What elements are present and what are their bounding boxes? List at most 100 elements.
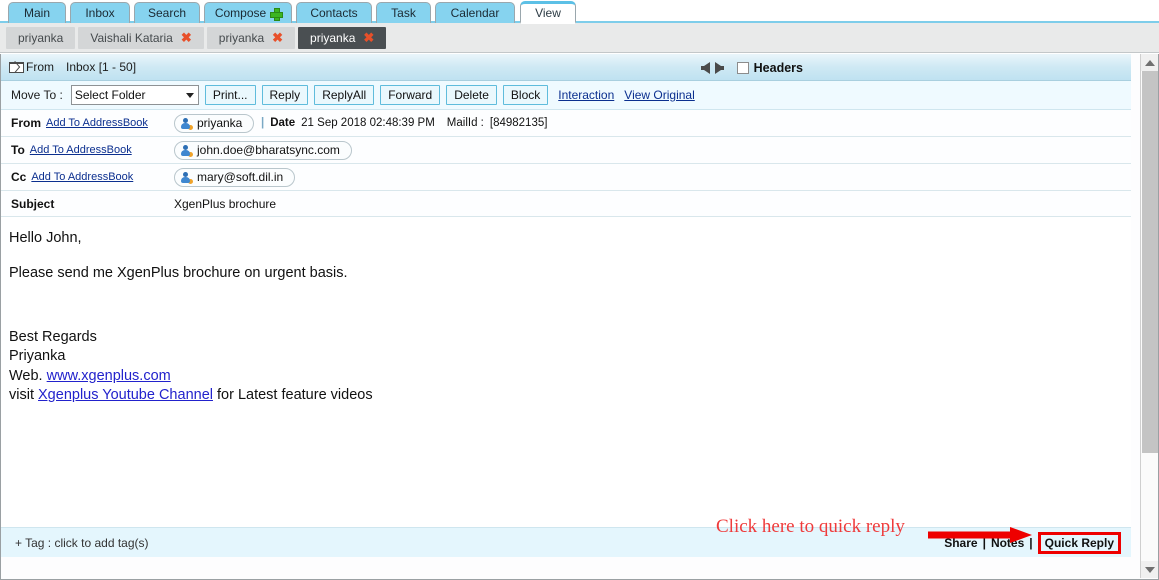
cc-recipient-chip[interactable]: mary@soft.dil.in (174, 167, 296, 187)
footer-separator-1: | (982, 535, 986, 550)
signature-web-line: Web. www.xgenplus.com (9, 367, 1131, 387)
print-button[interactable]: Print... (204, 85, 256, 105)
mailid-value: [84982135] (489, 117, 548, 129)
to-field-label: To (11, 143, 25, 157)
from-recipient-chip[interactable]: priyanka (174, 113, 255, 133)
scroll-up-arrow-icon (1145, 59, 1155, 66)
subject-field-label: Subject (11, 196, 55, 211)
cc-field-label: Cc (11, 170, 27, 184)
add-tag-link[interactable]: + Tag : click to add tag(s) (15, 536, 149, 550)
youtube-channel-link[interactable]: Xgenplus Youtube Channel (38, 387, 213, 403)
visit-suffix: for Latest feature videos (217, 387, 373, 404)
folder-indicator: Inbox [1 - 50] (66, 60, 137, 74)
message-footer-bar: + Tag : click to add tag(s) Share | Note… (1, 527, 1131, 557)
close-icon[interactable]: ✖ (363, 31, 374, 44)
from-chip-wrap: priyanka (174, 113, 255, 133)
reply-all-button[interactable]: ReplyAll (314, 85, 375, 105)
person-icon (181, 144, 193, 157)
tab-main[interactable]: Main (8, 2, 66, 23)
envelope-icon (9, 61, 24, 73)
signature-line-2: Priyanka (9, 348, 66, 365)
vertical-scrollbar[interactable] (1140, 54, 1158, 578)
message-tab-label: Vaishali Kataria (90, 30, 173, 45)
scrollbar-thumb[interactable] (1142, 71, 1158, 453)
cc-recipient-value: mary@soft.dil.in (197, 170, 284, 184)
tab-inbox-label: Inbox (85, 6, 115, 20)
message-nav-controls: Headers (700, 54, 1158, 81)
message-tab-vaishali[interactable]: Vaishali Kataria ✖ (78, 26, 204, 49)
tab-task-label: Task (391, 6, 416, 20)
message-tab-priyanka-3-active[interactable]: priyanka ✖ (298, 26, 387, 49)
headers-label: Headers (753, 60, 803, 75)
tab-main-label: Main (23, 6, 50, 20)
move-to-folder-select[interactable]: Select Folder (70, 85, 199, 105)
from-label: From (26, 60, 54, 74)
interaction-link[interactable]: Interaction (558, 88, 614, 102)
to-recipient-chip[interactable]: john.doe@bharatsync.com (174, 140, 352, 160)
scroll-down-button[interactable] (1141, 561, 1158, 578)
quick-reply-button[interactable]: Quick Reply (1037, 531, 1121, 554)
tab-view-label: View (535, 6, 561, 20)
tab-inbox[interactable]: Inbox (70, 2, 130, 23)
subject-value: XgenPlus brochure (174, 196, 277, 211)
message-tab-priyanka-2[interactable]: priyanka ✖ (206, 26, 296, 49)
add-to-addressbook-link-to[interactable]: Add To AddressBook (30, 144, 132, 156)
signature-line-1: Best Regards (9, 328, 97, 345)
delete-button[interactable]: Delete (446, 85, 497, 105)
move-to-folder-value: Select Folder (74, 88, 146, 102)
body-paragraph: Please send me XgenPlus brochure on urge… (9, 265, 348, 282)
email-client-window: Main Inbox Search Compose Contacts Task … (0, 0, 1159, 580)
add-to-addressbook-link-cc[interactable]: Add To AddressBook (31, 171, 133, 183)
cc-chip-wrap: mary@soft.dil.in (174, 167, 296, 187)
tab-task[interactable]: Task (376, 2, 431, 23)
close-icon[interactable]: ✖ (181, 31, 192, 44)
from-recipient-value: priyanka (197, 116, 243, 130)
tab-calendar[interactable]: Calendar (435, 2, 515, 23)
person-icon (181, 171, 193, 184)
plus-icon (270, 7, 284, 21)
footer-separator-2: | (1029, 535, 1033, 550)
block-button[interactable]: Block (502, 85, 549, 105)
chevron-down-icon (185, 93, 194, 98)
from-field-label: From (11, 116, 41, 130)
message-view-panel: From Inbox [1 - 50] Headers Move To : Se… (0, 54, 1159, 580)
view-original-link[interactable]: View Original (624, 88, 694, 102)
to-chip-wrap: john.doe@bharatsync.com (174, 140, 352, 160)
tab-compose[interactable]: Compose (204, 2, 292, 23)
website-link[interactable]: www.xgenplus.com (47, 368, 171, 384)
header-row-subject: Subject XgenPlus brochure (1, 191, 1131, 217)
add-to-addressbook-link-from[interactable]: Add To AddressBook (46, 117, 148, 129)
tab-contacts[interactable]: Contacts (296, 2, 372, 23)
primary-tab-bar: Main Inbox Search Compose Contacts Task … (0, 0, 1159, 24)
share-link[interactable]: Share (944, 536, 977, 550)
header-row-to: To Add To AddressBook john.doe@bharatsyn… (1, 137, 1131, 164)
scrollbar-track[interactable] (1141, 71, 1158, 561)
meta-separator: | (261, 117, 265, 129)
arrow-left-icon[interactable] (700, 61, 710, 74)
message-tab-bar: priyanka Vaishali Kataria ✖ priyanka ✖ p… (0, 23, 1159, 53)
notes-link[interactable]: Notes (991, 536, 1024, 550)
close-icon[interactable]: ✖ (272, 31, 283, 44)
tab-search[interactable]: Search (134, 2, 200, 23)
body-greeting: Hello John, (9, 230, 82, 246)
move-to-label: Move To : (11, 88, 63, 102)
message-tab-label: priyanka (18, 30, 64, 45)
message-signature: Best Regards Priyanka Web. www.xgenplus.… (9, 328, 1131, 406)
message-tab-priyanka-1[interactable]: priyanka (6, 26, 76, 49)
arrow-right-icon[interactable] (714, 61, 724, 74)
forward-button[interactable]: Forward (380, 85, 441, 105)
mailid-label: MailId : (446, 117, 484, 129)
tab-contacts-label: Contacts (310, 6, 358, 20)
date-label: Date (270, 117, 296, 129)
person-icon (181, 117, 193, 130)
message-body: Hello John, Please send me XgenPlus broc… (1, 217, 1131, 527)
footer-actions: Share | Notes | Quick Reply (944, 531, 1121, 554)
tab-view[interactable]: View (520, 1, 576, 24)
scroll-up-button[interactable] (1141, 54, 1158, 71)
signature-visit-line: visit Xgenplus Youtube Channel for Lates… (9, 386, 1131, 406)
tab-search-label: Search (147, 6, 187, 20)
reply-button[interactable]: Reply (261, 85, 309, 105)
headers-checkbox[interactable] (736, 61, 749, 74)
message-action-toolbar: Move To : Select Folder Print... Reply R… (1, 81, 1131, 110)
visit-prefix: visit (9, 387, 34, 404)
